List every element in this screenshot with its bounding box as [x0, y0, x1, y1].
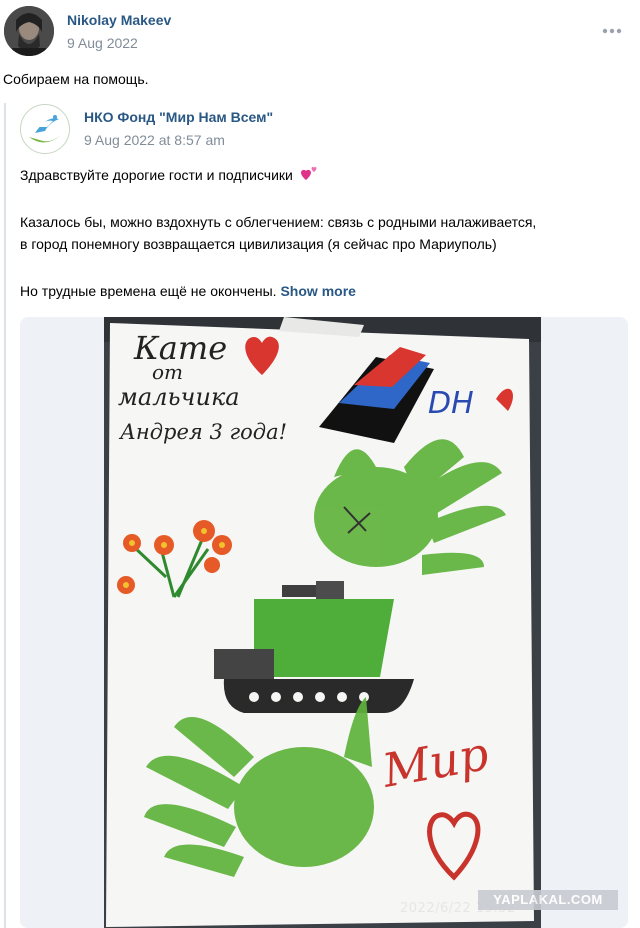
repost-paragraph-line-1: Казалось бы, можно вздохнуть с облегчени…	[20, 214, 537, 230]
repost-paragraph-3: Но трудные времена ещё не окончены. Show…	[20, 280, 356, 302]
repost-author-name[interactable]: НКО Фонд "Мир Нам Всем"	[84, 109, 273, 125]
watermark-logo: YAPLAKAL.COM	[478, 890, 618, 910]
repost-avatar[interactable]	[20, 104, 70, 154]
drawing-text-andrey: Андрея 3 года!	[118, 420, 287, 444]
drawing-text-dn: DН	[428, 386, 474, 421]
photo-image[interactable]: Кате от мальчика Андрея 3 года! DН Мир 2…	[104, 317, 541, 928]
more-horizontal-icon[interactable]	[600, 24, 624, 38]
post-text: Собираем на помощь.	[3, 71, 149, 87]
photo-attachment[interactable]: Кате от мальчика Андрея 3 года! DН Мир 2…	[20, 317, 628, 928]
repost-divider	[4, 103, 6, 928]
drawing-text-ot: от	[152, 360, 183, 384]
two-hearts-icon	[300, 166, 317, 180]
repost-date[interactable]: 9 Aug 2022 at 8:57 am	[84, 132, 225, 148]
drawing-text-boy: мальчика	[118, 383, 240, 411]
repost-greeting: Здравствуйте дорогие гости и подписчики	[20, 167, 293, 183]
show-more-link[interactable]: Show more	[280, 283, 355, 299]
author-name[interactable]: Nikolay Makeev	[67, 12, 171, 28]
repost-greeting-line: Здравствуйте дорогие гости и подписчики	[20, 164, 319, 186]
post-date[interactable]: 9 Aug 2022	[67, 35, 138, 51]
repost-paragraph-line-2: в город понемногу возвращается цивилизац…	[20, 236, 497, 252]
author-avatar[interactable]	[4, 6, 54, 56]
repost-text-3: Но трудные времена ещё не окончены.	[20, 283, 277, 299]
